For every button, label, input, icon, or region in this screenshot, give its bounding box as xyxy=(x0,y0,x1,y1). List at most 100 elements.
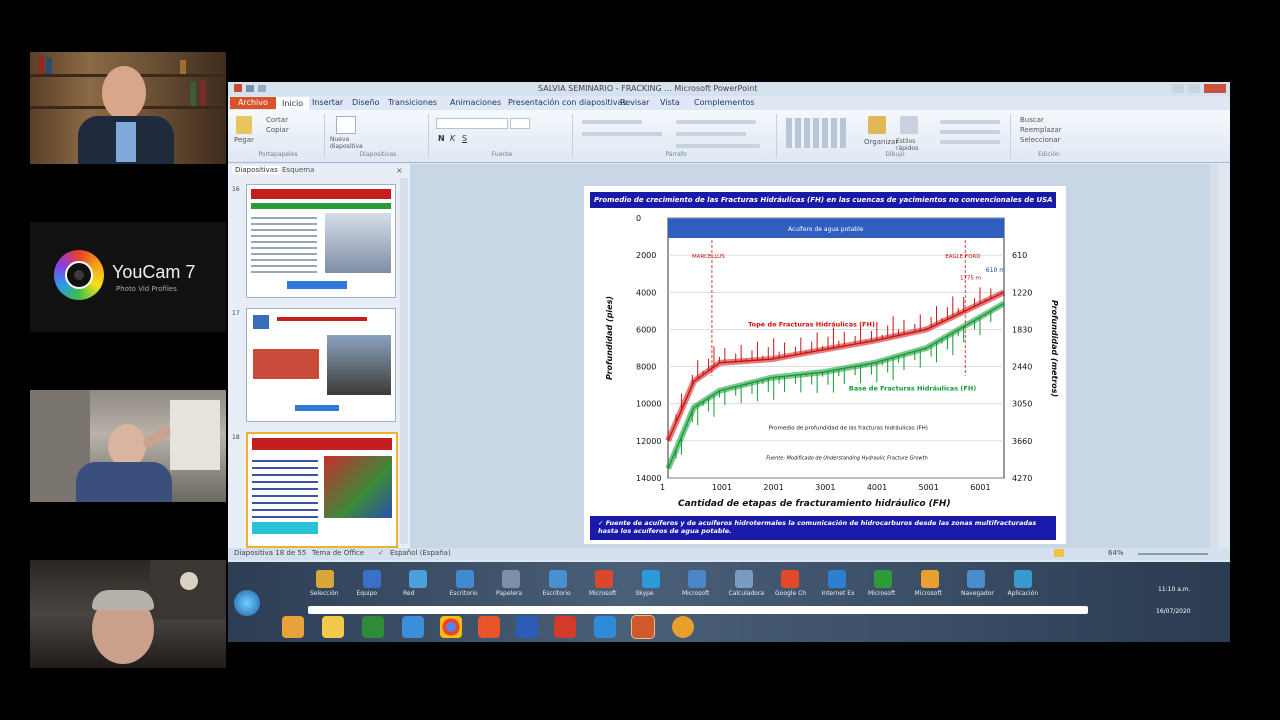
paste-label[interactable]: Pegar xyxy=(234,136,254,144)
desktop-shortcut-label[interactable]: Microsoft xyxy=(868,590,895,597)
participant-video-2[interactable] xyxy=(30,390,226,502)
tab-review[interactable]: Revisar xyxy=(620,98,649,107)
desktop-shortcut-icon[interactable] xyxy=(641,570,660,588)
taskbar-excel-icon[interactable] xyxy=(362,616,384,638)
taskbar-word-icon[interactable] xyxy=(516,616,538,638)
desktop-shortcut-label[interactable]: Navegador xyxy=(961,590,994,597)
normal-view-icon[interactable] xyxy=(1054,549,1064,557)
find-button[interactable]: Buscar xyxy=(1020,116,1044,124)
address-input[interactable] xyxy=(308,606,1088,614)
font-size-dropdown[interactable] xyxy=(510,118,530,129)
new-slide-icon[interactable] xyxy=(336,116,356,134)
date[interactable]: 16/07/2020 xyxy=(1156,608,1191,615)
desktop-shortcut-label[interactable]: Microsoft xyxy=(589,590,616,597)
tab-slideshow[interactable]: Presentación con diapositivas xyxy=(508,98,627,107)
shapes-gallery[interactable] xyxy=(786,118,846,148)
desktop-shortcut-icon[interactable] xyxy=(874,570,892,588)
desktop-shortcut-label[interactable]: Microsoft xyxy=(915,590,942,597)
new-slide-label[interactable]: Nueva diapositiva xyxy=(330,136,370,150)
desktop-shortcut-icon[interactable] xyxy=(1013,570,1032,588)
align-buttons[interactable] xyxy=(582,132,662,136)
tab-transitions[interactable]: Transiciones xyxy=(388,98,437,107)
tab-home[interactable]: Inicio xyxy=(276,97,310,110)
replace-button[interactable]: Reemplazar xyxy=(1020,126,1062,134)
desktop-shortcut-label[interactable]: Escritorio xyxy=(450,590,478,597)
slide-thumbnail[interactable] xyxy=(246,308,396,422)
tab-file[interactable]: Archivo xyxy=(230,97,276,109)
taskbar-zoom-icon[interactable] xyxy=(594,616,616,638)
participant-video-1[interactable] xyxy=(30,52,226,164)
close-panel-icon[interactable]: × xyxy=(396,166,403,175)
zoom-slider[interactable] xyxy=(1138,553,1208,555)
desktop-shortcut-label[interactable]: Selección xyxy=(310,590,339,597)
desktop-shortcut-icon[interactable] xyxy=(967,570,985,588)
desktop-shortcut-label[interactable]: Aplicación xyxy=(1008,590,1039,597)
participant-video-3[interactable] xyxy=(30,560,226,668)
desktop-shortcut-icon[interactable] xyxy=(409,570,427,588)
desktop-shortcut-icon[interactable] xyxy=(734,570,753,588)
tab-outline-panel[interactable]: Esquema xyxy=(282,166,314,174)
save-icon[interactable] xyxy=(246,85,254,92)
thumbnail-scrollbar[interactable] xyxy=(400,178,408,544)
spellcheck-icon[interactable]: ✓ xyxy=(378,549,384,557)
arrange-icon[interactable] xyxy=(868,116,886,134)
select-button[interactable]: Seleccionar xyxy=(1020,136,1061,144)
desktop-shortcut-label[interactable]: Skype xyxy=(636,590,654,597)
desktop-shortcut-icon[interactable] xyxy=(827,570,846,588)
paste-icon[interactable] xyxy=(236,116,252,134)
cut-button[interactable]: Cortar xyxy=(266,116,288,124)
desktop-shortcut-icon[interactable] xyxy=(781,570,799,588)
desktop-shortcut-label[interactable]: Internet Ex xyxy=(822,590,855,597)
font-name-dropdown[interactable] xyxy=(436,118,508,129)
clock[interactable]: 11:10 a.m. xyxy=(1158,586,1191,593)
copy-button[interactable]: Copiar xyxy=(266,126,289,134)
desktop-shortcut-label[interactable]: Escritorio xyxy=(543,590,571,597)
desktop-shortcut-icon[interactable] xyxy=(502,570,520,588)
taskbar-firefox2-icon[interactable] xyxy=(478,616,500,638)
desktop-shortcut-icon[interactable] xyxy=(920,570,939,588)
slide-thumbnail[interactable] xyxy=(246,184,396,298)
underline-icon[interactable]: S xyxy=(462,134,467,143)
language[interactable]: Español (España) xyxy=(390,549,451,557)
italic-icon[interactable]: K xyxy=(450,134,455,143)
bold-icon[interactable]: N xyxy=(438,134,445,143)
desktop-shortcut-icon[interactable] xyxy=(316,570,334,588)
taskbar-firefox-icon[interactable] xyxy=(282,616,304,638)
taskbar-app-icon[interactable] xyxy=(672,616,694,638)
desktop-shortcut-label[interactable]: Red xyxy=(403,590,414,597)
shape-fill-button[interactable] xyxy=(940,120,1000,124)
close-button[interactable] xyxy=(1204,84,1226,93)
quick-styles-icon[interactable] xyxy=(900,116,918,134)
desktop-shortcut-label[interactable]: Calculadora xyxy=(729,590,765,597)
taskbar-explorer-icon[interactable] xyxy=(322,616,344,638)
desktop-shortcut-label[interactable]: Equipo xyxy=(357,590,378,597)
taskbar-chrome-icon[interactable] xyxy=(440,616,462,638)
desktop-shortcut-icon[interactable] xyxy=(595,570,613,588)
tab-insert[interactable]: Insertar xyxy=(312,98,343,107)
tab-slides-panel[interactable]: Diapositivas xyxy=(232,166,281,174)
tab-view[interactable]: Vista xyxy=(660,98,680,107)
tab-animations[interactable]: Animaciones xyxy=(450,98,501,107)
taskbar-pdf-icon[interactable] xyxy=(554,616,576,638)
desktop-shortcut-icon[interactable] xyxy=(362,570,381,588)
align-text-button[interactable] xyxy=(676,132,746,136)
desktop-shortcut-icon[interactable] xyxy=(548,570,567,588)
shape-effects-button[interactable] xyxy=(940,140,1000,144)
bullets-button[interactable] xyxy=(582,120,642,124)
desktop-shortcut-label[interactable]: Papelera xyxy=(496,590,522,597)
arrange-label[interactable]: Organizar xyxy=(864,138,898,146)
slide-thumbnail-selected[interactable] xyxy=(246,432,398,548)
text-direction-button[interactable] xyxy=(676,120,756,124)
quick-styles-label[interactable]: Estilos rápidos xyxy=(896,138,936,152)
vertical-scrollbar[interactable] xyxy=(1210,164,1218,548)
slide-canvas[interactable]: Promedio de crecimiento de las Fracturas… xyxy=(584,186,1066,544)
minimize-button[interactable] xyxy=(1172,84,1184,93)
taskbar-ie-icon[interactable] xyxy=(402,616,424,638)
desktop-shortcut-icon[interactable] xyxy=(455,570,474,588)
desktop-shortcut-label[interactable]: Microsoft xyxy=(682,590,709,597)
start-button-icon[interactable] xyxy=(234,590,260,616)
maximize-button[interactable] xyxy=(1188,84,1200,93)
undo-icon[interactable] xyxy=(258,85,266,92)
desktop-shortcut-icon[interactable] xyxy=(688,570,706,588)
tab-addins[interactable]: Complementos xyxy=(694,98,754,107)
